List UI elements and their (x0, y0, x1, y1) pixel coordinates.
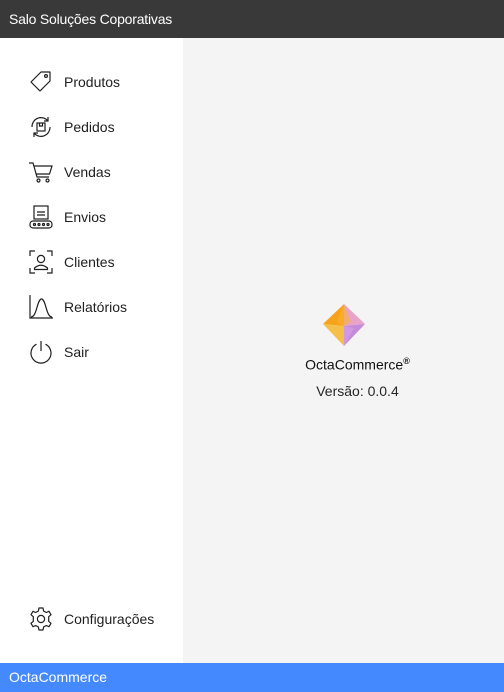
power-icon (27, 338, 55, 366)
delivery-icon (27, 203, 55, 231)
sidebar-item-label: Sair (64, 344, 89, 360)
sidebar-item-configuracoes[interactable]: Configurações (27, 604, 177, 634)
bell-curve-icon (27, 293, 55, 321)
main-content: OctaCommerce® Versão: 0.0.4 (183, 38, 504, 663)
sidebar-item-label: Configurações (64, 611, 155, 627)
sidebar-item-label: Relatórios (64, 299, 128, 315)
sidebar-item-envios[interactable]: Envios (27, 202, 177, 232)
window-title: Salo Soluções Coporativas (0, 0, 504, 38)
tag-icon (27, 68, 55, 96)
sidebar-item-pedidos[interactable]: Pedidos (27, 112, 177, 142)
sidebar-item-label: Envios (64, 209, 107, 225)
sidebar-item-label: Vendas (64, 164, 111, 180)
sidebar-item-label: Pedidos (64, 119, 115, 135)
sidebar: Produtos Pedidos Vendas Envios Clientes … (0, 38, 183, 663)
sidebar-item-sair[interactable]: Sair (27, 337, 177, 367)
order-cycle-icon (27, 113, 55, 141)
sidebar-item-produtos[interactable]: Produtos (27, 67, 177, 97)
shopping-cart-icon (27, 158, 55, 186)
sidebar-item-clientes[interactable]: Clientes (27, 247, 177, 277)
sidebar-item-label: Clientes (64, 254, 115, 270)
product-name-text: OctaCommerce (305, 356, 404, 373)
trademark-symbol: ® (403, 356, 410, 366)
gear-icon (27, 605, 55, 633)
sidebar-item-vendas[interactable]: Vendas (27, 157, 177, 187)
about-panel: OctaCommerce® Versão: 0.0.4 (183, 302, 504, 399)
sidebar-item-label: Produtos (64, 74, 121, 90)
status-bar: OctaCommerce (0, 663, 504, 692)
app-window: Salo Soluções Coporativas Produtos Pedid… (0, 0, 504, 692)
product-name: OctaCommerce® (277, 356, 410, 373)
version-text: Versão: 0.0.4 (316, 382, 399, 399)
sidebar-item-relatorios[interactable]: Relatórios (27, 292, 177, 322)
user-frame-icon (27, 248, 55, 276)
octacommerce-logo (322, 304, 365, 346)
